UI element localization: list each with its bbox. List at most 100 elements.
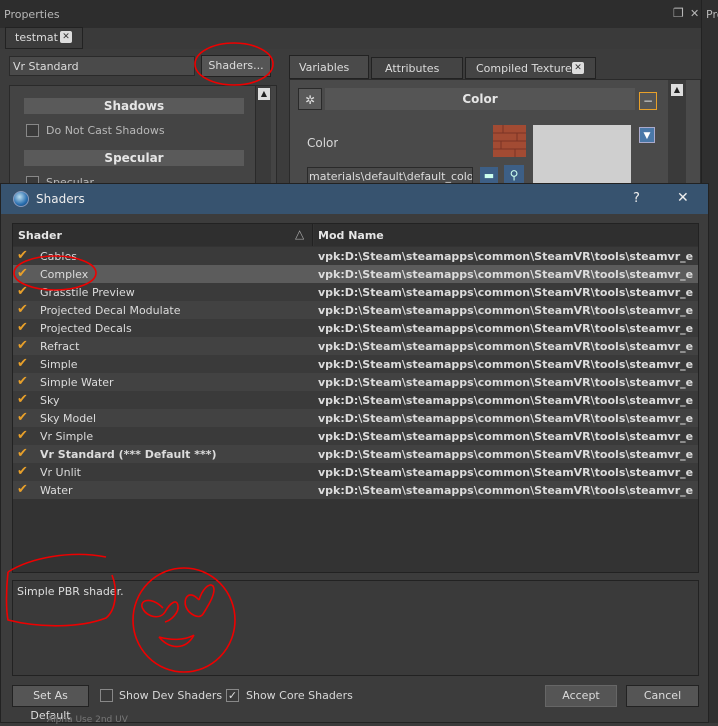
checkmark-icon: ✔ [17,266,28,281]
shader-name: Simple Water [40,376,114,389]
checkmark-icon: ✔ [17,374,28,389]
mod-name: vpk:D:\Steam\steamapps\common\SteamVR\to… [318,250,694,263]
table-row[interactable]: ✔ Complex vpk:D:\Steam\steamapps\common\St… [13,265,698,283]
table-row[interactable]: ✔ Simple Water vpk:D:\Steam\steamapps\comm… [13,373,698,391]
checkmark-icon: ✔ [17,392,28,407]
search-icon[interactable]: ⚲ [504,165,524,185]
checkmark-icon: ✔ [17,464,28,479]
shader-name: Water [40,484,73,497]
variables-panel: ✲ Color − Color ▼ materials\default\defa… [289,79,701,185]
show-core-shaders-label: Show Core Shaders [246,689,353,702]
restore-icon[interactable]: ❐ [673,6,684,20]
checkmark-icon: ✔ [17,338,28,353]
do-not-cast-shadows-checkbox[interactable] [26,124,39,137]
mod-name: vpk:D:\Steam\steamapps\common\SteamVR\to… [318,376,694,389]
collapse-icon[interactable]: − [639,92,657,110]
table-row[interactable]: ✔ Projected Decals vpk:D:\Steam\steamapps\… [13,319,698,337]
shader-description: Simple PBR shader. [17,585,124,598]
checkmark-icon: ✔ [17,446,28,461]
shader-name: Vr Standard (*** Default ***) [40,448,217,461]
table-row[interactable]: ✔ Refract vpk:D:\Steam\steamapps\common\St… [13,337,698,355]
variables-scrollbar[interactable]: ▲ [668,80,686,185]
checkmark-icon: ✔ [17,320,28,335]
checkmark-icon: ✔ [17,410,28,425]
set-as-default-button[interactable]: Set As Default [12,685,89,722]
table-row[interactable]: ✔ Cables vpk:D:\Steam\steamapps\common\Ste… [13,247,698,265]
left-panel-scrollbar[interactable]: ▲ [255,86,271,184]
help-icon[interactable]: ? [633,191,640,206]
shaders-button[interactable]: Shaders... [201,55,271,77]
table-row[interactable]: ✔ Sky Model vpk:D:\Steam\steamapps\common\… [13,409,698,427]
checkmark-icon: ✔ [17,284,28,299]
checkmark-icon: ✔ [17,248,28,263]
checkmark-icon: ✔ [17,482,28,497]
tab-testmat[interactable]: testmat ✕ [5,27,83,49]
table-row[interactable]: ✔ Vr Unlit vpk:D:\Steam\steamapps\common\S… [13,463,698,481]
gear-icon[interactable]: ✲ [298,88,322,110]
properties-titlebar: Properties ❐ ✕ [0,0,718,28]
tab-variables-label: Variables [299,61,350,74]
mod-name: vpk:D:\Steam\steamapps\common\SteamVR\to… [318,484,694,497]
tab-compiled-textures[interactable]: Compiled Textures ✕ [465,57,596,79]
shader-name: Grasstile Preview [40,286,135,299]
mod-name: vpk:D:\Steam\steamapps\common\SteamVR\to… [318,394,694,407]
window-title: Properties [4,8,60,21]
variables-scroll-up-icon[interactable]: ▲ [671,84,683,96]
column-header-mod-name-label: Mod Name [318,229,384,242]
sort-ascending-icon[interactable]: △ [295,227,304,241]
color-group-header[interactable]: Color [325,88,635,110]
adjacent-panel-title: Pro [706,8,718,21]
shader-rows: ✔ Cables vpk:D:\Steam\steamapps\common\Ste… [13,247,698,574]
color-preview-swatch[interactable] [533,125,631,185]
column-header-shader[interactable]: Shader △ [13,224,313,246]
mod-name: vpk:D:\Steam\steamapps\common\SteamVR\to… [318,304,694,317]
checkmark-icon: ✔ [17,302,28,317]
tab-variables[interactable]: Variables [289,55,369,79]
color-path-value: materials\default\default_color.tga [309,170,472,183]
column-header-mod-name[interactable]: Mod Name [314,224,698,246]
cancel-button[interactable]: Cancel [626,685,699,707]
section-shadows-header[interactable]: Shadows [24,98,244,114]
shader-field[interactable]: Vr Standard [9,56,195,76]
section-specular-header[interactable]: Specular [24,150,244,166]
shader-table: Shader △ Mod Name ✔ Cables vpk:D:\Steam\st… [12,223,699,573]
table-row[interactable]: ✔ Sky vpk:D:\Steam\steamapps\common\SteamV… [13,391,698,409]
table-row[interactable]: ✔ Vr Simple vpk:D:\Steam\steamapps\common\… [13,427,698,445]
tab-testmat-label: testmat [15,31,58,44]
table-row[interactable]: ✔ Water vpk:D:\Steam\steamapps\common\Stea… [13,481,698,499]
color-label: Color [307,136,339,150]
mod-name: vpk:D:\Steam\steamapps\common\SteamVR\to… [318,430,694,443]
shader-name: Projected Decals [40,322,132,335]
shader-name: Vr Simple [40,430,94,443]
mod-name: vpk:D:\Steam\steamapps\common\SteamVR\to… [318,340,694,353]
checkmark-icon: ✔ [17,356,28,371]
table-row[interactable]: ✔ Grasstile Preview vpk:D:\Steam\steamapps… [13,283,698,301]
shader-name: Cables [40,250,77,263]
tab-attributes-label: Attributes [385,62,440,75]
scroll-up-icon[interactable]: ▲ [258,88,270,100]
compiled-textures-close-icon[interactable]: ✕ [572,62,584,74]
mod-name: vpk:D:\Steam\steamapps\common\SteamVR\to… [318,448,694,461]
shader-field-value: Vr Standard [13,60,79,73]
close-icon[interactable]: ✕ [690,7,699,20]
show-dev-shaders-checkbox[interactable] [100,689,113,702]
table-row[interactable]: ✔ Vr Standard (*** Default ***) vpk:D:\Ste… [13,445,698,463]
table-row[interactable]: ✔ Projected Decal Modulate vpk:D:\Steam\st… [13,301,698,319]
mod-name: vpk:D:\Steam\steamapps\common\SteamVR\to… [318,466,694,479]
dialog-close-icon[interactable]: ✕ [677,190,689,206]
dropdown-chevron-icon[interactable]: ▼ [639,127,655,143]
dialog-title: Shaders [36,192,85,206]
accept-button[interactable]: Accept [545,685,617,707]
mod-name: vpk:D:\Steam\steamapps\common\SteamVR\to… [318,358,694,371]
description-box: Simple PBR shader. [12,580,699,676]
underlying-attribute-label: Alpha Use 2nd UV [47,715,128,725]
tab-close-icon[interactable]: ✕ [60,31,72,43]
do-not-cast-shadows-label: Do Not Cast Shadows [46,124,165,137]
shader-name: Simple [40,358,78,371]
table-row[interactable]: ✔ Simple vpk:D:\Steam\steamapps\common\Ste… [13,355,698,373]
shader-name: Sky Model [40,412,96,425]
tab-attributes[interactable]: Attributes [371,57,463,79]
show-core-shaders-checkbox[interactable]: ✓ [226,689,239,702]
shader-name: Sky [40,394,60,407]
color-texture-thumbnail[interactable] [493,125,526,157]
